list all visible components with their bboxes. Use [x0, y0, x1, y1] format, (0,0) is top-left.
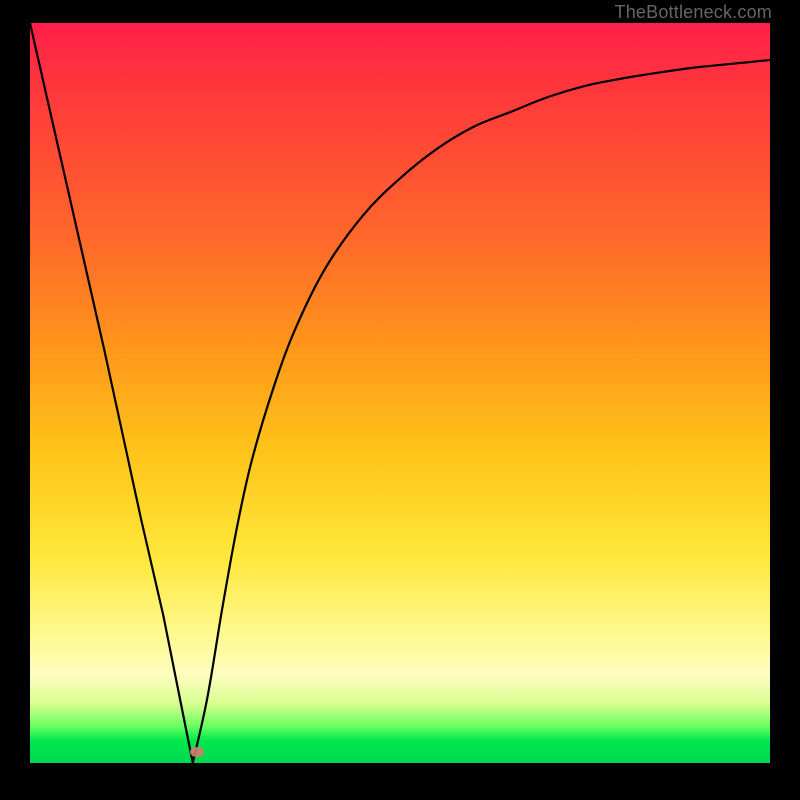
bottleneck-curve — [30, 23, 770, 763]
chart-frame: TheBottleneck.com — [0, 0, 800, 800]
minimum-marker — [190, 747, 204, 757]
attribution-label: TheBottleneck.com — [615, 2, 772, 23]
plot-area — [30, 23, 770, 763]
